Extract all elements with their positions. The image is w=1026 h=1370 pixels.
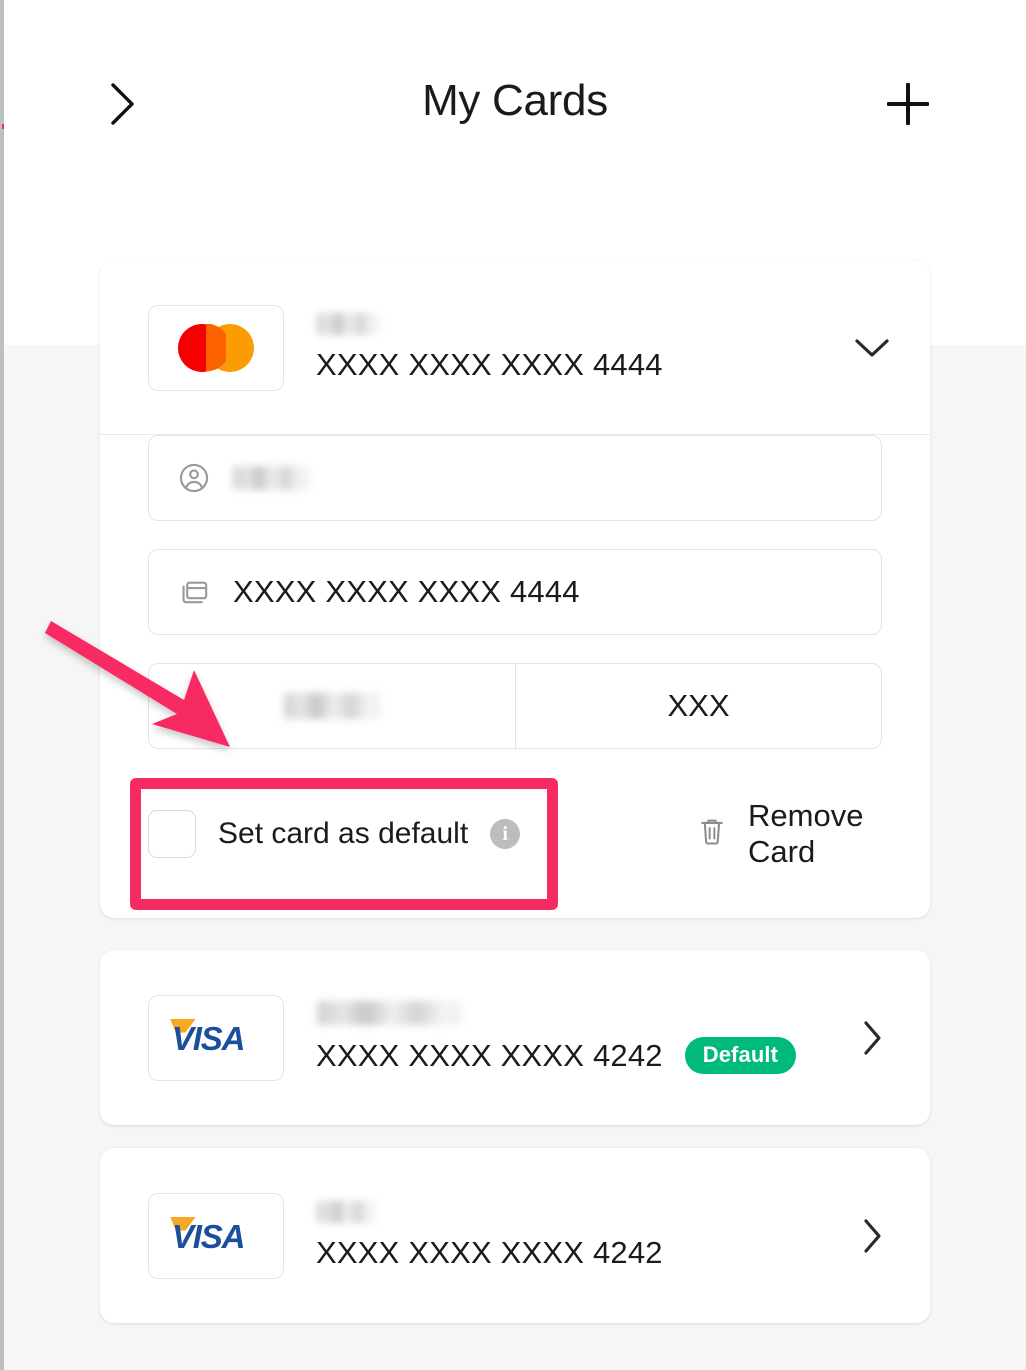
card-number: XXXX XXXX XXXX 4444 bbox=[316, 346, 663, 382]
card-summary-row[interactable]: VISA XXXX XXXX XXXX 4242 bbox=[100, 1148, 930, 1323]
chevron-right-icon bbox=[864, 1218, 881, 1253]
card-info: XXXX XXXX XXXX 4444 bbox=[316, 312, 852, 383]
trash-icon bbox=[696, 815, 728, 854]
visa-icon: VISA bbox=[170, 1216, 245, 1255]
card-actions-row: Set card as default i Remove Card bbox=[148, 791, 882, 877]
card-number-field[interactable]: XXXX XXXX XXXX 4444 bbox=[148, 549, 882, 635]
card-label-redacted bbox=[317, 312, 379, 335]
visa-icon: VISA bbox=[170, 1018, 245, 1057]
expiry-field[interactable] bbox=[149, 664, 515, 748]
app-root: My Cards XXXX XXXX XXXX 4444 XXXX XXXX X… bbox=[0, 0, 1026, 1370]
page-title: My Cards bbox=[422, 76, 608, 125]
credit-card-icon bbox=[177, 575, 215, 609]
remove-card-label: Remove Card bbox=[748, 798, 864, 869]
card-label-redacted bbox=[317, 1001, 461, 1025]
app-header: My Cards bbox=[4, 0, 1026, 210]
cardholder-name-field[interactable] bbox=[148, 435, 882, 521]
card-number: XXXX XXXX XXXX 4242 bbox=[316, 1037, 663, 1073]
card-panel-mastercard[interactable]: XXXX XXXX XXXX 4444 XXXX XXXX XXXX 4444 … bbox=[100, 260, 930, 918]
account-circle-icon bbox=[177, 461, 215, 495]
card-number-value: XXXX XXXX XXXX 4444 bbox=[233, 574, 580, 609]
set-default-label: Set card as default bbox=[218, 817, 469, 850]
card-label-redacted bbox=[317, 1200, 375, 1223]
card-collapse-toggle[interactable] bbox=[852, 336, 892, 360]
card-brand-logo-box bbox=[148, 304, 284, 391]
cvv-field[interactable]: XXX bbox=[515, 664, 881, 748]
expiry-cvv-row: XXX bbox=[148, 663, 882, 749]
cardholder-name-value-redacted bbox=[233, 466, 309, 490]
add-card-button[interactable] bbox=[882, 78, 934, 130]
card-info: XXXX XXXX XXXX 4242 bbox=[316, 1200, 852, 1271]
info-icon[interactable]: i bbox=[490, 819, 521, 849]
card-detail-form: XXXX XXXX XXXX 4444 XXX Set card as defa… bbox=[100, 435, 930, 877]
expiry-value-redacted bbox=[284, 693, 380, 719]
chevron-down-icon bbox=[855, 338, 889, 357]
card-brand-logo-box: VISA bbox=[148, 1192, 284, 1279]
card-panel-visa-default[interactable]: VISA XXXX XXXX XXXX 4242 Default bbox=[100, 950, 930, 1125]
set-default-checkbox[interactable] bbox=[148, 810, 196, 858]
status-badge: Default bbox=[684, 1037, 796, 1074]
card-info: XXXX XXXX XXXX 4242 Default bbox=[316, 1001, 852, 1074]
card-summary-row[interactable]: VISA XXXX XXXX XXXX 4242 Default bbox=[100, 950, 930, 1125]
cvv-value: XXX bbox=[667, 688, 730, 723]
plus-icon bbox=[882, 78, 934, 130]
card-number: XXXX XXXX XXXX 4242 bbox=[316, 1234, 663, 1270]
card-brand-logo-box: VISA bbox=[148, 994, 284, 1081]
card-panel-visa-secondary[interactable]: VISA XXXX XXXX XXXX 4242 bbox=[100, 1148, 930, 1323]
chevron-right-icon bbox=[864, 1020, 881, 1055]
set-card-as-default-row[interactable]: Set card as default i bbox=[148, 810, 521, 858]
card-expand-toggle[interactable] bbox=[852, 1018, 892, 1058]
mastercard-icon bbox=[178, 323, 254, 372]
card-summary-row[interactable]: XXXX XXXX XXXX 4444 bbox=[100, 260, 930, 435]
remove-card-button[interactable]: Remove Card bbox=[696, 798, 882, 870]
card-expand-toggle[interactable] bbox=[852, 1216, 892, 1256]
